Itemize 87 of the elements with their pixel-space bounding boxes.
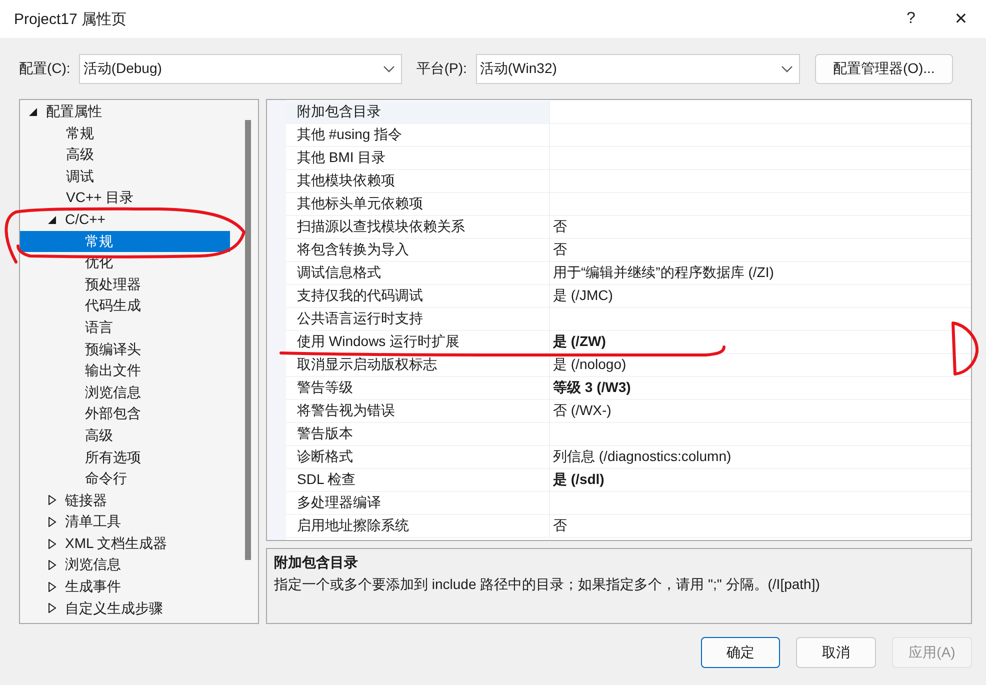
expanded-triangle-icon[interactable] [28,106,38,117]
close-button[interactable]: ✕ [936,0,986,38]
property-name[interactable]: 附加包含目录 [286,101,550,124]
help-button[interactable]: ? [886,0,936,38]
tree-item[interactable]: 清单工具 [20,511,230,533]
tree-item[interactable]: 自定义生成步骤 [20,598,230,620]
tree-item[interactable]: 浏览信息 [20,554,230,576]
collapsed-triangle-icon[interactable] [47,538,57,549]
property-value[interactable]: 是 (/JMC) [550,285,971,308]
expanded-triangle-icon[interactable] [47,214,57,225]
property-name[interactable]: 其他标头单元依赖项 [286,193,550,216]
tree-item[interactable]: VC++ 目录 [20,187,230,209]
property-value[interactable]: 是 (/sdl) [550,469,971,492]
value-text: 用于“编辑并继续”的程序数据库 (/ZI) [553,264,774,282]
platform-dropdown[interactable]: 活动(Win32) [476,54,800,84]
property-name[interactable]: 取消显示启动版权标志 [286,354,550,377]
property-name[interactable]: SDL 检查 [286,469,550,492]
property-value[interactable]: 列信息 (/diagnostics:column) [550,446,971,469]
value-text: 列信息 (/diagnostics:column) [553,448,732,466]
property-name[interactable]: 调试信息格式 [286,262,550,285]
tree-item[interactable]: 命令行 [20,468,230,490]
property-name[interactable]: 启用地址擦除系统 [286,515,550,538]
tree-item[interactable]: 预编译头 [20,338,230,360]
chevron-down-icon [383,65,396,73]
tree-item[interactable]: 调试 [20,166,230,188]
property-value[interactable]: 是 (/nologo) [550,354,971,377]
tree-item[interactable]: 语言 [20,316,230,339]
property-name[interactable]: 警告等级 [286,377,550,400]
tree-item[interactable]: 高级 [20,424,230,446]
property-name[interactable]: 多处理器编译 [286,492,550,515]
tree-item[interactable]: 所有选项 [20,446,230,468]
property-name[interactable]: 将警告视为错误 [286,400,550,423]
tree-item[interactable]: C/C++ [20,208,230,231]
value-text: 否 (/WX-) [553,402,612,420]
property-value[interactable]: 用于“编辑并继续”的程序数据库 (/ZI) [550,262,971,285]
tree-item[interactable]: 常规 [20,122,230,144]
property-name[interactable]: 其他模块依赖项 [286,170,550,193]
description-title: 附加包含目录 [274,554,359,572]
property-value[interactable]: 是 (/ZW) [550,331,971,354]
config-label: 配置(C): [19,60,70,78]
property-value[interactable]: 等级 3 (/W3) [550,377,971,400]
property-name[interactable]: 其他 #using 指令 [286,124,550,147]
property-name[interactable]: 其他 BMI 目录 [286,147,550,170]
value-text: 是 (/ZW) [553,333,606,351]
value-text: 否 [553,241,567,259]
dialog-button[interactable]: 确定 [701,637,780,668]
property-name[interactable]: 诊断格式 [286,446,550,469]
platform-label: 平台(P): [416,60,467,78]
tree-item[interactable]: 高级 [20,144,230,166]
value-text: 否 [553,517,567,535]
dialog-button[interactable]: 取消 [796,637,876,668]
tree-item[interactable]: 预处理器 [20,274,230,296]
value-text: 是 (/sdl) [553,471,604,489]
value-text: 等级 3 (/W3) [553,379,631,397]
value-text: 否 [553,218,567,236]
tree-item[interactable]: 输出文件 [20,360,230,382]
collapsed-triangle-icon[interactable] [47,517,57,528]
tree-item[interactable]: 浏览信息 [20,382,230,404]
value-text: 是 (/JMC) [553,287,613,305]
description-text: 指定一个或多个要添加到 include 路径中的目录；如果指定多个，请用 ";" 分隔。(/I[path]) [274,576,821,594]
collapsed-triangle-icon[interactable] [47,603,57,614]
tree-item[interactable]: 配置属性 [20,101,230,123]
tree-item[interactable]: 常规 [20,230,230,252]
scrollbar-thumb[interactable] [245,120,251,560]
chevron-down-icon [780,65,793,73]
collapsed-triangle-icon[interactable] [47,582,57,592]
property-value[interactable]: 否 (/WX-) [550,400,971,423]
property-value[interactable]: 否 [550,515,971,538]
tree-item[interactable]: 链接器 [20,490,230,512]
window-title: Project17 属性页 [14,10,128,28]
value-text: 是 (/nologo) [553,356,626,374]
property-name[interactable]: 将包含转换为导入 [286,239,550,262]
collapsed-triangle-icon[interactable] [47,495,57,506]
property-name[interactable]: 支持仅我的代码调试 [286,285,550,308]
tree-item[interactable]: 生成事件 [20,576,230,598]
property-name[interactable]: 警告版本 [286,423,550,446]
annotation-bracket [952,322,978,376]
config-dropdown[interactable]: 活动(Debug) [79,54,402,84]
property-name[interactable]: 公共语言运行时支持 [286,308,550,331]
tree-item[interactable]: 代码生成 [20,295,230,317]
config-manager-button[interactable]: 配置管理器(O)... [814,54,953,84]
tree-item[interactable]: 外部包含 [20,403,230,425]
property-value[interactable]: 否 [550,239,971,262]
property-name[interactable]: 扫描源以查找模块依赖关系 [286,216,550,239]
tree-item[interactable]: XML 文档生成器 [20,532,230,554]
property-value[interactable]: 否 [550,216,971,239]
collapsed-triangle-icon[interactable] [47,560,57,570]
